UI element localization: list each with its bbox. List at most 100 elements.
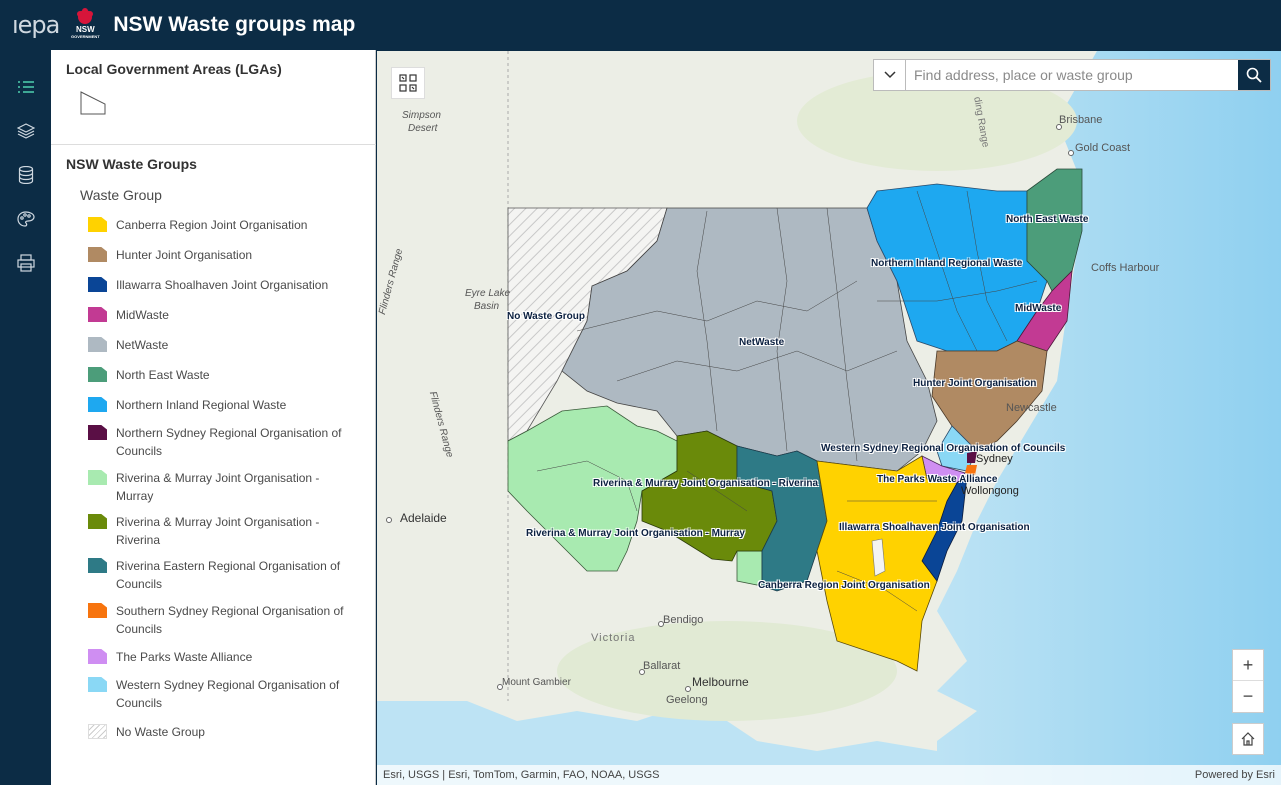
legend-label: Riverina & Murray Joint Organisation - M…: [116, 471, 320, 503]
basemap-button[interactable]: [12, 205, 40, 233]
group-label: Illawarra Shoalhaven Joint Organisation: [839, 522, 1030, 533]
search-source-dropdown[interactable]: [874, 60, 906, 90]
lga-layer-title: Local Government Areas (LGAs): [66, 61, 282, 77]
legend-label: Canberra Region Joint Organisation: [116, 218, 308, 232]
place-label: Sydney: [976, 453, 1013, 465]
waratah-icon: [77, 8, 94, 24]
place-label: Newcastle: [1006, 402, 1057, 414]
lga-polygon-symbol-icon: [80, 91, 106, 115]
legend-swatch: [88, 677, 107, 692]
expand-panel-button[interactable]: [391, 67, 425, 99]
nsw-government-logo: NSW GOVERNMENT: [71, 8, 100, 42]
legend-divider: [51, 144, 376, 145]
basemap-database-icon: [18, 166, 34, 184]
group-label: Riverina & Murray Joint Organisation - M…: [526, 528, 745, 539]
place-label: Desert: [408, 123, 438, 134]
group-label: North East Waste: [1006, 214, 1089, 225]
search-icon: [1246, 67, 1262, 83]
search-input[interactable]: [906, 60, 1238, 90]
group-label: Canberra Region Joint Organisation: [758, 580, 930, 591]
place-label: Simpson: [402, 110, 441, 121]
legend-label: The Parks Waste Alliance: [116, 650, 253, 664]
legend-item: Illawarra Shoalhaven Joint Organisation: [88, 276, 368, 294]
legend-swatch: [88, 470, 107, 485]
zoom-out-button[interactable]: −: [1233, 681, 1263, 712]
legend-item: Southern Sydney Regional Organisation of…: [88, 602, 368, 638]
city-dot: [658, 621, 664, 627]
search-button[interactable]: [1238, 60, 1270, 90]
place-label: Eyre Lake: [465, 288, 511, 299]
group-label: Northern Inland Regional Waste: [871, 258, 1023, 269]
legend-swatch: [88, 603, 107, 618]
legend-item: Western Sydney Regional Organisation of …: [88, 676, 368, 712]
legend-swatch: [88, 514, 107, 529]
group-label: NetWaste: [739, 337, 785, 348]
city-dot: [386, 517, 392, 523]
place-label: Wollongong: [961, 485, 1019, 497]
legend-panel: Local Government Areas (LGAs) NSW Waste …: [51, 50, 376, 785]
legend-label: Western Sydney Regional Organisation of …: [116, 678, 340, 710]
legend-swatch: [88, 247, 107, 262]
legend-label: Northern Sydney Regional Organisation of…: [116, 426, 342, 458]
data-button[interactable]: [12, 161, 40, 189]
city-dot: [685, 686, 691, 692]
waste-group-field-title: Waste Group: [80, 187, 162, 203]
legend-label: MidWaste: [116, 308, 169, 322]
legend-swatch: [88, 337, 107, 352]
legend-item: North East Waste: [88, 366, 368, 384]
legend-swatch: [88, 277, 107, 292]
legend-label: North East Waste: [116, 368, 210, 382]
place-label: Coffs Harbour: [1091, 262, 1160, 274]
legend-item: NetWaste: [88, 336, 368, 354]
group-label: MidWaste: [1015, 303, 1062, 314]
epa-logo: ıepa: [12, 11, 60, 39]
search-widget: [873, 59, 1271, 91]
grid-qr-icon: [399, 74, 417, 92]
legend-item: Riverina Eastern Regional Organisation o…: [88, 557, 368, 593]
group-label: No Waste Group: [507, 311, 585, 322]
waste-groups-layer-title: NSW Waste Groups: [66, 156, 197, 172]
legend-item: MidWaste: [88, 306, 368, 324]
legend-button[interactable]: [12, 73, 40, 101]
legend-item: Hunter Joint Organisation: [88, 246, 368, 264]
chevron-down-icon: [883, 71, 896, 79]
layers-button[interactable]: [12, 117, 40, 145]
legend-label: Illawarra Shoalhaven Joint Organisation: [116, 278, 329, 292]
home-button[interactable]: [1232, 723, 1264, 755]
powered-by-text: Powered by Esri: [1194, 769, 1275, 781]
nsw-logo-subtext: GOVERNMENT: [71, 34, 100, 39]
legend-swatch: [88, 425, 107, 440]
legend-swatch: [88, 558, 107, 573]
app-header: ıepa NSW GOVERNMENT NSW Waste groups map: [0, 0, 1281, 50]
legend-swatch: [88, 307, 107, 322]
legend-swatch: [88, 649, 107, 664]
basemap-and-waste-group-polygons[interactable]: [377, 51, 1281, 785]
app: ıepa NSW GOVERNMENT NSW Waste groups map: [0, 0, 1281, 785]
place-label: Melbourne: [692, 675, 749, 689]
basemap-palette-icon: [17, 211, 35, 227]
legend-item: Canberra Region Joint Organisation: [88, 216, 368, 234]
legend-label: Northern Inland Regional Waste: [116, 398, 287, 412]
app-title: NSW Waste groups map: [113, 13, 356, 36]
legend-swatch: [88, 724, 107, 739]
group-label: Hunter Joint Organisation: [913, 378, 1037, 389]
city-dot: [1056, 124, 1062, 130]
legend-label: No Waste Group: [116, 725, 205, 739]
legend-list-icon: [18, 81, 34, 93]
city-dot: [639, 669, 645, 675]
legend-item: Northern Inland Regional Waste: [88, 396, 368, 414]
map-view[interactable]: Simpson Desert Eyre Lake Basin Flinders …: [377, 51, 1281, 785]
legend-item: Northern Sydney Regional Organisation of…: [88, 424, 368, 460]
place-label: Brisbane: [1059, 114, 1103, 126]
zoom-in-button[interactable]: +: [1233, 650, 1263, 681]
legend-item: Riverina & Murray Joint Organisation - R…: [88, 513, 368, 549]
legend-swatch: [88, 217, 107, 232]
legend-item: The Parks Waste Alliance: [88, 648, 368, 666]
place-label: Basin: [474, 301, 500, 312]
legend-label: Riverina & Murray Joint Organisation - R…: [116, 515, 320, 547]
place-label: Gold Coast: [1075, 142, 1131, 154]
map-attribution: Esri, USGS | Esri, TomTom, Garmin, FAO, …: [377, 765, 1281, 785]
print-button[interactable]: [12, 249, 40, 277]
home-icon: [1241, 732, 1255, 746]
zoom-control: + −: [1232, 649, 1264, 713]
